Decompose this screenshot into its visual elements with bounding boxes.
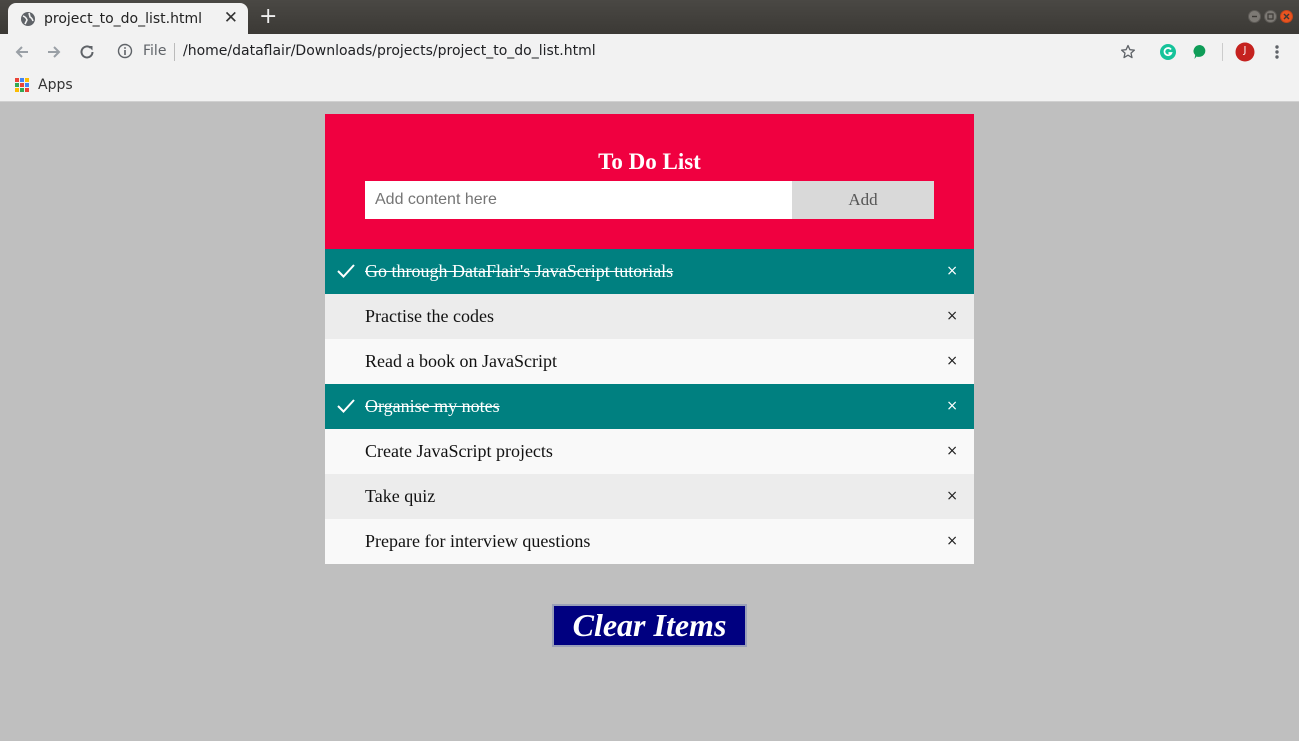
profile-initial: J bbox=[1243, 45, 1247, 56]
page-viewport: To Do List Add Go through DataFlair's Ja… bbox=[0, 103, 1299, 741]
list-item[interactable]: Organise my notes × bbox=[325, 384, 974, 429]
list-item[interactable]: Practise the codes × bbox=[325, 294, 974, 339]
list-item-text: Create JavaScript projects bbox=[365, 441, 553, 461]
window-controls bbox=[1248, 10, 1293, 23]
remove-item-icon[interactable]: × bbox=[946, 442, 958, 460]
tab-close-icon[interactable]: ✕ bbox=[224, 10, 238, 27]
todo-list: Go through DataFlair's JavaScript tutori… bbox=[325, 249, 974, 564]
address-bar[interactable]: /home/dataflair/Downloads/projects/proje… bbox=[183, 43, 596, 59]
menu-kebab-icon[interactable] bbox=[1267, 42, 1287, 62]
page-title: To Do List bbox=[598, 149, 701, 174]
browser-titlebar: project_to_do_list.html ✕ + bbox=[0, 0, 1299, 34]
list-item-text: Take quiz bbox=[365, 486, 436, 506]
apps-bookmark[interactable]: Apps bbox=[38, 77, 73, 93]
forward-arrow-icon[interactable] bbox=[44, 42, 64, 62]
todo-container: To Do List Add Go through DataFlair's Ja… bbox=[325, 114, 974, 564]
info-icon[interactable] bbox=[117, 43, 133, 59]
remove-item-icon[interactable]: × bbox=[946, 397, 958, 415]
profile-avatar[interactable]: J bbox=[1235, 42, 1255, 62]
clear-items-button[interactable]: Clear Items bbox=[552, 604, 747, 647]
browser-tab[interactable]: project_to_do_list.html ✕ bbox=[8, 3, 248, 34]
globe-icon bbox=[20, 11, 36, 27]
reload-icon[interactable] bbox=[77, 42, 97, 62]
minimize-button[interactable] bbox=[1248, 10, 1261, 23]
list-item-text: Practise the codes bbox=[365, 306, 494, 326]
add-button[interactable]: Add bbox=[792, 181, 934, 219]
remove-item-icon[interactable]: × bbox=[946, 532, 958, 550]
bookmarks-bar: Apps bbox=[0, 69, 1299, 102]
new-tab-button[interactable]: + bbox=[259, 4, 277, 30]
list-item[interactable]: Go through DataFlair's JavaScript tutori… bbox=[325, 249, 974, 294]
remove-item-icon[interactable]: × bbox=[946, 262, 958, 280]
list-item-text: Read a book on JavaScript bbox=[365, 351, 557, 371]
url-scheme-label: File bbox=[143, 43, 167, 59]
maximize-button[interactable] bbox=[1264, 10, 1277, 23]
list-item-text: Organise my notes bbox=[365, 396, 500, 416]
todo-header: To Do List Add bbox=[325, 114, 974, 249]
close-window-button[interactable] bbox=[1280, 10, 1293, 23]
toolbar-divider bbox=[1222, 43, 1223, 61]
tab-title: project_to_do_list.html bbox=[44, 10, 202, 27]
list-item[interactable]: Prepare for interview questions × bbox=[325, 519, 974, 564]
apps-grid-icon[interactable] bbox=[15, 78, 29, 92]
back-arrow-icon[interactable] bbox=[12, 42, 32, 62]
bookmark-star-icon[interactable] bbox=[1118, 42, 1138, 62]
list-item[interactable]: Take quiz × bbox=[325, 474, 974, 519]
remove-item-icon[interactable]: × bbox=[946, 487, 958, 505]
list-item[interactable]: Read a book on JavaScript × bbox=[325, 339, 974, 384]
todo-input[interactable] bbox=[365, 181, 792, 219]
checkmark-icon bbox=[337, 399, 355, 413]
grammarly-extension-icon[interactable] bbox=[1158, 42, 1178, 62]
list-item[interactable]: Create JavaScript projects × bbox=[325, 429, 974, 474]
checkmark-icon bbox=[337, 264, 355, 278]
remove-item-icon[interactable]: × bbox=[946, 307, 958, 325]
remove-item-icon[interactable]: × bbox=[946, 352, 958, 370]
chat-extension-icon[interactable] bbox=[1190, 42, 1210, 62]
omnibox-divider bbox=[174, 43, 175, 61]
list-item-text: Go through DataFlair's JavaScript tutori… bbox=[365, 261, 674, 281]
list-item-text: Prepare for interview questions bbox=[365, 531, 591, 551]
browser-toolbar: File /home/dataflair/Downloads/projects/… bbox=[0, 34, 1299, 69]
